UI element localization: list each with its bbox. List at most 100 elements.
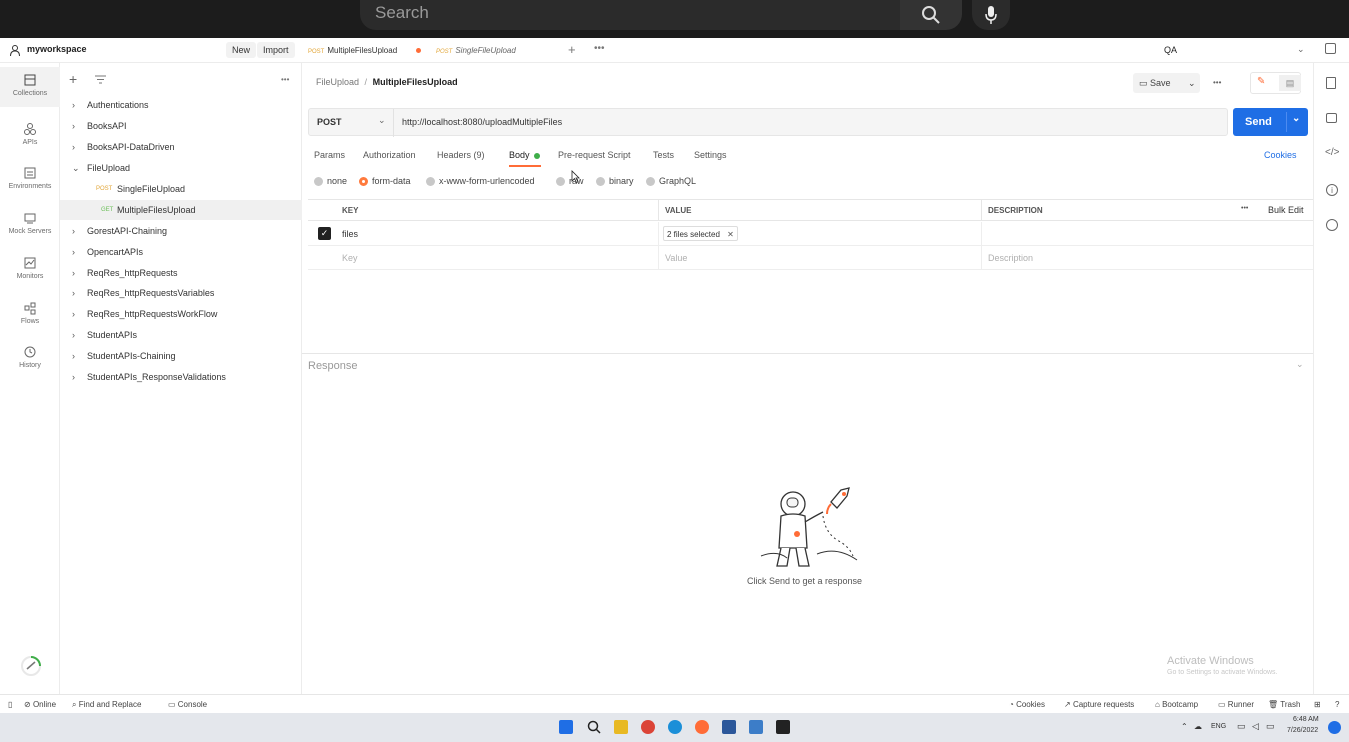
value-placeholder-input[interactable]: Value (658, 246, 981, 270)
tab-authorization[interactable]: Authorization (363, 150, 416, 160)
language-indicator[interactable]: ENG (1211, 723, 1226, 730)
chevron-down-icon[interactable]: ⌄ (378, 115, 386, 126)
tray-chevron-icon[interactable]: ⌃ (1181, 722, 1188, 731)
more-tabs-icon[interactable]: ••• (594, 43, 605, 54)
new-button[interactable]: New (226, 42, 257, 58)
send-button[interactable]: Send ⌄ (1233, 108, 1308, 136)
code-icon[interactable]: </> (1325, 147, 1339, 158)
chevron-down-icon[interactable]: ⌄ (1296, 359, 1304, 370)
add-tab-icon[interactable]: + (568, 42, 576, 57)
tree-item-reqres-httprequests[interactable]: › ReqRes_httpRequests (60, 263, 302, 283)
radio-none[interactable]: none (314, 176, 347, 186)
tree-item-authentications[interactable]: › Authentications (60, 95, 302, 115)
close-icon[interactable]: ✕ (727, 230, 734, 239)
cookies-link[interactable]: Cookies (1264, 150, 1297, 160)
trash-button[interactable]: 🗑︎ Trash (1268, 695, 1300, 714)
lightbulb-icon[interactable] (1326, 219, 1338, 231)
row-checkbox[interactable]: ✓ (318, 227, 331, 240)
overlay-mic-button[interactable] (972, 0, 1010, 30)
environment-quicklook-icon[interactable] (1325, 43, 1336, 54)
tree-request-multiplefilesupload[interactable]: GET MultipleFilesUpload (60, 200, 302, 220)
edit-icon[interactable]: ✎ (1257, 76, 1265, 87)
description-placeholder-input[interactable]: Description (981, 246, 1313, 270)
file-explorer-icon[interactable] (614, 720, 628, 734)
tree-item-gorestapi-chaining[interactable]: › GorestAPI-Chaining (60, 221, 302, 241)
tab-singlefileupload[interactable]: POST SingleFileUpload (436, 38, 516, 63)
tab-tests[interactable]: Tests (653, 150, 674, 160)
postman-icon[interactable] (695, 720, 709, 734)
collections-more-icon[interactable]: ••• (281, 75, 289, 84)
tab-params[interactable]: Params (314, 150, 345, 160)
overlay-search-button[interactable] (900, 0, 962, 30)
runner-button[interactable]: ▭ Runner (1218, 695, 1254, 714)
key-placeholder-input[interactable]: Key (308, 246, 658, 270)
tree-item-opencartapis[interactable]: › OpencartAPIs (60, 242, 302, 262)
clock-date[interactable]: 7/26/2022 (1287, 727, 1318, 734)
bulk-edit-button[interactable]: Bulk Edit (1268, 205, 1304, 215)
help-icon[interactable]: ? (1335, 695, 1339, 714)
breadcrumb-parent[interactable]: FileUpload (316, 77, 359, 87)
info-icon[interactable]: i (1326, 184, 1338, 196)
method-select[interactable]: POST (317, 117, 342, 127)
terminal-icon[interactable] (776, 720, 790, 734)
workspace-name[interactable]: myworkspace (27, 44, 87, 54)
tab-body[interactable]: Body (509, 150, 530, 160)
sidebar-toggle-icon[interactable]: ▯ (8, 695, 12, 714)
capture-requests-button[interactable]: ↗ Capture requests (1064, 695, 1134, 714)
tree-item-studentapis-responsevalidations[interactable]: › StudentAPIs_ResponseValidations (60, 367, 302, 387)
tab-headers[interactable]: Headers (9) (437, 150, 485, 160)
import-button[interactable]: Import (257, 42, 295, 58)
console-button[interactable]: ▭ Console (168, 695, 207, 714)
notification-icon[interactable] (1328, 721, 1341, 734)
online-status[interactable]: ⊘ Online (24, 695, 56, 714)
rail-item-flows[interactable]: Flows (0, 295, 60, 339)
rail-item-apis[interactable]: APIs (0, 116, 60, 160)
tree-item-studentapis[interactable]: › StudentAPIs (60, 325, 302, 345)
windows-start-icon[interactable] (559, 720, 573, 734)
environment-select[interactable]: QA (1164, 45, 1177, 55)
tree-request-singlefileupload[interactable]: POST SingleFileUpload (60, 179, 302, 199)
tree-item-reqres-httprequestsworkflow[interactable]: › ReqRes_httpRequestsWorkFlow (60, 304, 302, 324)
chevron-down-icon[interactable]: ⌄ (1292, 113, 1300, 124)
word-icon[interactable] (722, 720, 736, 734)
save-button[interactable]: ▭ Save ⌄ (1133, 73, 1200, 93)
row-description[interactable] (981, 222, 1313, 246)
tab-settings[interactable]: Settings (694, 150, 727, 160)
tree-item-studentapis-chaining[interactable]: › StudentAPIs-Chaining (60, 346, 302, 366)
tab-pre-request-script[interactable]: Pre-request Script (558, 150, 631, 160)
tab-multiplefilesupload[interactable]: POST MultipleFilesUpload (308, 38, 397, 63)
rail-item-environments[interactable]: Environments (0, 160, 60, 204)
find-replace-button[interactable]: ⌕ Find and Replace (72, 695, 141, 714)
add-collection-icon[interactable]: + (69, 71, 77, 87)
url-input[interactable]: http://localhost:8080/uploadMultipleFile… (402, 117, 562, 127)
volume-icon[interactable]: ◁ (1252, 721, 1259, 732)
row-key[interactable]: files (342, 222, 358, 246)
clock-time[interactable]: 6:48 AM (1293, 716, 1319, 723)
radio-form-data[interactable]: form-data (359, 176, 411, 186)
app-icon[interactable] (749, 720, 763, 734)
comment-icon[interactable]: ▤ (1279, 75, 1301, 91)
chevron-down-icon[interactable]: ⌄ (1297, 44, 1305, 55)
comments-icon[interactable] (1326, 113, 1337, 123)
battery-icon[interactable]: ▭ (1266, 721, 1275, 732)
rail-item-history[interactable]: History (0, 339, 60, 383)
tree-item-reqres-httprequestsvariables[interactable]: › ReqRes_httpRequestsVariables (60, 283, 302, 303)
two-pane-icon[interactable]: ⊞ (1314, 695, 1321, 714)
radio-graphql[interactable]: GraphQL (646, 176, 696, 186)
table-more-icon[interactable]: ••• (1241, 205, 1248, 212)
tree-item-booksapi[interactable]: › BooksAPI (60, 116, 302, 136)
files-selected-chip[interactable]: 2 files selected ✕ (663, 226, 738, 241)
radio-x-www-form-urlencoded[interactable]: x-www-form-urlencoded (426, 176, 535, 186)
filter-icon[interactable] (95, 75, 106, 84)
rail-item-collections[interactable]: Collections (0, 67, 60, 107)
sync-status-icon[interactable] (20, 655, 42, 677)
network-icon[interactable]: ▭ (1237, 721, 1246, 732)
edge-icon[interactable] (668, 720, 682, 734)
request-more-icon[interactable]: ••• (1213, 78, 1221, 87)
documentation-icon[interactable] (1326, 77, 1336, 89)
rail-item-mock-servers[interactable]: Mock Servers (0, 205, 60, 249)
overlay-search-input[interactable]: Search (360, 0, 900, 30)
radio-binary[interactable]: binary (596, 176, 634, 186)
bootcamp-button[interactable]: ⌂ Bootcamp (1155, 695, 1198, 714)
rail-item-monitors[interactable]: Monitors (0, 250, 60, 294)
